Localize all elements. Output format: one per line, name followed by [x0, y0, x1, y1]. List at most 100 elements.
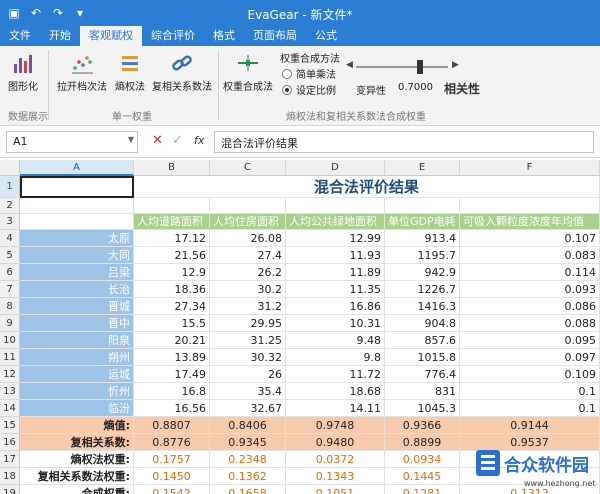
data-value[interactable]: 913.4 [385, 230, 460, 247]
data-value[interactable]: 18.36 [134, 281, 210, 298]
row-header[interactable]: 19 [0, 485, 20, 494]
entropy-button[interactable]: 熵权法 [112, 50, 148, 93]
tab-3[interactable]: 综合评价 [142, 26, 204, 46]
summary-value[interactable]: 0.1542 [134, 485, 210, 494]
data-value[interactable]: 16.86 [286, 298, 385, 315]
row-header[interactable]: 10 [0, 332, 20, 349]
cell[interactable] [385, 198, 460, 214]
city-name[interactable]: 晋中 [20, 315, 134, 332]
sheet-title[interactable]: 混合法评价结果 [134, 176, 600, 198]
data-value[interactable]: 0.088 [460, 315, 600, 332]
selected-cell-a1[interactable] [20, 176, 134, 198]
data-value[interactable]: 0.109 [460, 366, 600, 383]
data-value[interactable]: 0.095 [460, 332, 600, 349]
tab-6[interactable]: 公式 [306, 26, 346, 46]
lakai-button[interactable]: 拉开档次法 [56, 50, 108, 93]
data-value[interactable]: 1416.3 [385, 298, 460, 315]
column-header[interactable]: C [210, 160, 286, 176]
data-value[interactable]: 13.89 [134, 349, 210, 366]
row-header[interactable]: 11 [0, 349, 20, 366]
data-value[interactable]: 1195.7 [385, 247, 460, 264]
chevron-down-icon[interactable]: ▼ [128, 135, 134, 144]
data-value[interactable]: 776.4 [385, 366, 460, 383]
data-value[interactable]: 21.56 [134, 247, 210, 264]
data-value[interactable]: 904.8 [385, 315, 460, 332]
formula-input[interactable]: 混合法评价结果 [214, 131, 594, 153]
data-value[interactable]: 10.31 [286, 315, 385, 332]
row-header[interactable]: 17 [0, 451, 20, 468]
data-value[interactable]: 942.9 [385, 264, 460, 281]
city-name[interactable]: 临汾 [20, 400, 134, 417]
multi-correlation-button[interactable]: 复相关系数法 [150, 50, 214, 93]
city-name[interactable]: 晋城 [20, 298, 134, 315]
summary-label[interactable]: 复相关系数法权重: [20, 468, 134, 485]
name-box[interactable]: A1 ▼ [6, 131, 138, 153]
data-value[interactable]: 11.93 [286, 247, 385, 264]
row-header[interactable]: 18 [0, 468, 20, 485]
summary-label[interactable]: 复相关系数: [20, 434, 134, 451]
city-name[interactable]: 运城 [20, 366, 134, 383]
data-value[interactable]: 35.4 [210, 383, 286, 400]
option-ratio[interactable]: 设定比例 [282, 82, 336, 97]
data-value[interactable]: 11.35 [286, 281, 385, 298]
slider-left-arrow-icon[interactable]: ◀ [346, 60, 353, 70]
data-value[interactable]: 0.083 [460, 247, 600, 264]
combine-button[interactable]: 权重合成法 [222, 50, 274, 93]
row-header[interactable]: 6 [0, 264, 20, 281]
data-value[interactable]: 11.89 [286, 264, 385, 281]
data-value[interactable]: 29.95 [210, 315, 286, 332]
column-header[interactable]: D [286, 160, 385, 176]
cell[interactable] [286, 198, 385, 214]
cell[interactable] [210, 198, 286, 214]
data-value[interactable]: 1045.3 [385, 400, 460, 417]
data-value[interactable]: 0.097 [460, 349, 600, 366]
data-value[interactable]: 32.67 [210, 400, 286, 417]
data-value[interactable]: 14.11 [286, 400, 385, 417]
summary-label[interactable]: 熵权法权重: [20, 451, 134, 468]
tab-0[interactable]: 文件 [0, 26, 40, 46]
summary-value[interactable]: 0.1343 [286, 468, 385, 485]
data-value[interactable]: 0.093 [460, 281, 600, 298]
city-name[interactable]: 长治 [20, 281, 134, 298]
data-value[interactable]: 12.9 [134, 264, 210, 281]
row-header[interactable]: 14 [0, 400, 20, 417]
summary-value[interactable]: 0.1757 [134, 451, 210, 468]
data-value[interactable]: 20.21 [134, 332, 210, 349]
data-value[interactable]: 18.68 [286, 383, 385, 400]
row-header[interactable]: 7 [0, 281, 20, 298]
summary-value[interactable]: 0.1051 [286, 485, 385, 494]
data-value[interactable]: 27.34 [134, 298, 210, 315]
data-value[interactable]: 31.2 [210, 298, 286, 315]
data-value[interactable]: 26 [210, 366, 286, 383]
data-value[interactable]: 17.49 [134, 366, 210, 383]
city-name[interactable]: 大同 [20, 247, 134, 264]
confirm-icon[interactable]: ✓ [172, 133, 183, 148]
summary-value[interactable]: 0.8406 [210, 417, 286, 434]
indicator-header[interactable]: 可吸入颗粒度浓度年均值 [460, 214, 600, 230]
data-value[interactable]: 17.12 [134, 230, 210, 247]
indicator-header[interactable]: 单位GDP电耗 [385, 214, 460, 230]
data-value[interactable]: 9.8 [286, 349, 385, 366]
data-value[interactable]: 15.5 [134, 315, 210, 332]
indicator-header[interactable]: 人均道路面积 [134, 214, 210, 230]
cell[interactable] [134, 198, 210, 214]
data-value[interactable]: 0.1 [460, 400, 600, 417]
city-name[interactable]: 阳泉 [20, 332, 134, 349]
summary-label[interactable]: 合成权重: [20, 485, 134, 494]
data-value[interactable]: 0.114 [460, 264, 600, 281]
city-name[interactable]: 太原 [20, 230, 134, 247]
data-value[interactable]: 27.4 [210, 247, 286, 264]
cell[interactable] [460, 198, 600, 214]
row-header[interactable]: 8 [0, 298, 20, 315]
fx-icon[interactable]: fx [194, 134, 204, 147]
data-value[interactable]: 0.086 [460, 298, 600, 315]
select-all-corner[interactable] [0, 160, 20, 176]
data-value[interactable]: 30.32 [210, 349, 286, 366]
ratio-slider[interactable] [356, 60, 448, 74]
data-value[interactable]: 30.2 [210, 281, 286, 298]
data-value[interactable]: 0.1 [460, 383, 600, 400]
slider-right-arrow-icon[interactable]: ▶ [452, 60, 459, 70]
summary-value[interactable]: 0.1362 [210, 468, 286, 485]
indicator-header[interactable]: 人均住房面积 [210, 214, 286, 230]
tab-1[interactable]: 开始 [40, 26, 80, 46]
